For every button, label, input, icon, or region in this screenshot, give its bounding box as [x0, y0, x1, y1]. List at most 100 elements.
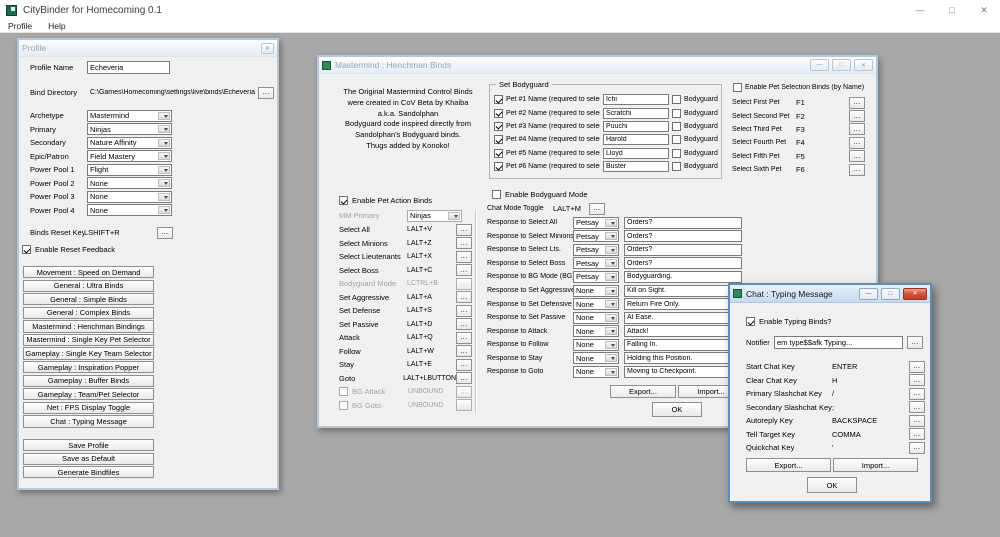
notifier-input[interactable]: [774, 336, 903, 349]
maximize-icon[interactable]: □: [881, 288, 900, 300]
close-icon[interactable]: ✕: [968, 0, 1000, 20]
powerset-dropdown[interactable]: None: [87, 191, 172, 203]
pet-enable-checkbox[interactable]: [494, 135, 503, 144]
response-mode-dropdown[interactable]: None: [573, 312, 619, 324]
bind-directory-browse-button[interactable]: ...: [258, 87, 274, 99]
pet-enable-checkbox[interactable]: [494, 162, 503, 171]
action-bind-edit-button[interactable]: ...: [456, 224, 472, 236]
response-text-input[interactable]: [624, 339, 742, 351]
ok-button[interactable]: OK: [807, 477, 857, 493]
powerset-dropdown[interactable]: Field Mastery: [87, 150, 172, 162]
chat-key-edit-button[interactable]: ...: [909, 415, 925, 427]
bind-module-button[interactable]: Gameplay : Buffer Binds: [23, 375, 154, 387]
response-mode-dropdown[interactable]: Petsay: [573, 217, 619, 229]
bind-module-button[interactable]: Net : FPS Display Toggle: [23, 402, 154, 414]
bind-module-button[interactable]: Chat : Typing Message: [23, 415, 154, 427]
profile-action-button[interactable]: Generate Bindfiles: [23, 466, 154, 478]
bind-module-button[interactable]: General : Ultra Binds: [23, 280, 154, 292]
powerset-dropdown[interactable]: Ninjas: [87, 123, 172, 135]
action-bind-edit-button[interactable]: ...: [456, 251, 472, 263]
pet-bodyguard-checkbox[interactable]: [672, 162, 681, 171]
response-text-input[interactable]: [624, 285, 742, 297]
chat-mode-toggle-edit-button[interactable]: ...: [589, 203, 605, 215]
enable-bodyguard-mode-checkbox[interactable]: [492, 190, 501, 199]
response-text-input[interactable]: [624, 325, 742, 337]
response-mode-dropdown[interactable]: None: [573, 352, 619, 364]
pet-select-key-edit-button[interactable]: ...: [849, 164, 865, 176]
action-bind-edit-button[interactable]: ...: [456, 332, 472, 344]
menu-item[interactable]: Profile: [0, 21, 40, 31]
powerset-dropdown[interactable]: Mastermind: [87, 110, 172, 122]
profile-action-button[interactable]: Save as Default: [23, 453, 154, 465]
pet-name-input[interactable]: [603, 94, 669, 105]
pet-name-input[interactable]: [603, 161, 669, 172]
close-icon[interactable]: ✕: [903, 288, 927, 300]
pet-select-key-edit-button[interactable]: ...: [849, 110, 865, 122]
menu-item[interactable]: Help: [40, 21, 73, 31]
action-bind-edit-button[interactable]: ...: [456, 345, 472, 357]
chat-key-edit-button[interactable]: ...: [909, 388, 925, 400]
pet-name-input[interactable]: [603, 121, 669, 132]
pet-bodyguard-checkbox[interactable]: [672, 135, 681, 144]
response-text-input[interactable]: [624, 366, 742, 378]
response-mode-dropdown[interactable]: None: [573, 298, 619, 310]
pet-select-key-edit-button[interactable]: ...: [849, 123, 865, 135]
response-mode-dropdown[interactable]: Petsay: [573, 244, 619, 256]
notifier-edit-button[interactable]: ...: [907, 336, 923, 349]
chat-key-edit-button[interactable]: ...: [909, 401, 925, 413]
action-bind-edit-button[interactable]: ...: [456, 264, 472, 276]
response-mode-dropdown[interactable]: Petsay: [573, 230, 619, 242]
pet-bodyguard-checkbox[interactable]: [672, 95, 681, 104]
bg-bind-edit-button[interactable]: ...: [456, 399, 472, 411]
bind-module-button[interactable]: Gameplay : Single Key Team Selector: [23, 347, 154, 359]
export-button[interactable]: Export...: [746, 458, 831, 472]
profile-action-button[interactable]: Save Profile: [23, 439, 154, 451]
pet-select-key-edit-button[interactable]: ...: [849, 137, 865, 149]
powerset-dropdown[interactable]: None: [87, 177, 172, 189]
response-mode-dropdown[interactable]: Petsay: [573, 271, 619, 283]
pet-name-input[interactable]: [603, 108, 669, 119]
action-bind-edit-button[interactable]: ...: [456, 278, 472, 290]
response-text-input[interactable]: [624, 257, 742, 269]
action-bind-edit-button[interactable]: ...: [456, 372, 472, 384]
enable-typing-binds-checkbox[interactable]: [746, 317, 755, 326]
pet-enable-checkbox[interactable]: [494, 122, 503, 131]
maximize-icon[interactable]: □: [936, 0, 968, 20]
bg-bind-edit-button[interactable]: ...: [456, 386, 472, 398]
mm-primary-dropdown[interactable]: Ninjas: [407, 210, 462, 222]
pet-enable-checkbox[interactable]: [494, 95, 503, 104]
response-mode-dropdown[interactable]: None: [573, 339, 619, 351]
powerset-dropdown[interactable]: None: [87, 204, 172, 216]
action-bind-edit-button[interactable]: ...: [456, 318, 472, 330]
action-bind-edit-button[interactable]: ...: [456, 305, 472, 317]
chat-key-edit-button[interactable]: ...: [909, 361, 925, 373]
response-mode-dropdown[interactable]: None: [573, 285, 619, 297]
pet-bodyguard-checkbox[interactable]: [672, 149, 681, 158]
response-text-input[interactable]: [624, 244, 742, 256]
enable-reset-feedback-checkbox[interactable]: [22, 245, 31, 254]
bind-module-button[interactable]: General : Complex Binds: [23, 307, 154, 319]
bind-module-button[interactable]: Gameplay : Inspiration Popper: [23, 361, 154, 373]
response-text-input[interactable]: [624, 217, 742, 229]
bind-module-button[interactable]: Mastermind : Single Key Pet Selector: [23, 334, 154, 346]
response-text-input[interactable]: [624, 298, 742, 310]
powerset-dropdown[interactable]: Nature Affinity: [87, 137, 172, 149]
binds-reset-key-edit-button[interactable]: ...: [157, 227, 173, 239]
enable-pet-selection-checkbox[interactable]: [733, 83, 742, 92]
minimize-icon[interactable]: —: [859, 288, 878, 300]
export-button[interactable]: Export...: [610, 385, 676, 398]
bind-module-button[interactable]: General : Simple Binds: [23, 293, 154, 305]
pet-bodyguard-checkbox[interactable]: [672, 122, 681, 131]
chat-key-edit-button[interactable]: ...: [909, 428, 925, 440]
bind-module-button[interactable]: Gameplay : Team/Pet Selector: [23, 388, 154, 400]
bind-module-button[interactable]: Movement : Speed on Demand: [23, 266, 154, 278]
response-mode-dropdown[interactable]: Petsay: [573, 257, 619, 269]
action-bind-edit-button[interactable]: ...: [456, 237, 472, 249]
response-mode-dropdown[interactable]: None: [573, 366, 619, 378]
maximize-icon[interactable]: □: [832, 59, 851, 71]
chat-key-edit-button[interactable]: ...: [909, 374, 925, 386]
bg-bind-checkbox[interactable]: [339, 387, 348, 396]
import-button[interactable]: Import...: [833, 458, 918, 472]
pet-select-key-edit-button[interactable]: ...: [849, 97, 865, 109]
profile-name-input[interactable]: [87, 61, 170, 74]
